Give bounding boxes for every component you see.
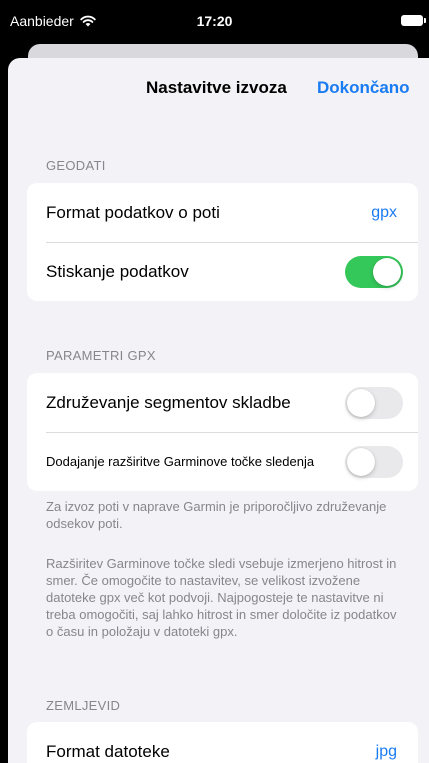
export-settings-sheet: Nastavitve izvoza Dokončano GEODATI Form…	[8, 58, 429, 763]
garmin-extension-toggle[interactable]	[345, 446, 403, 478]
garmin-extension-label: Dodajanje razširitve Garminove točke sle…	[46, 454, 315, 469]
navigation-bar: Nastavitve izvoza Dokončano	[8, 58, 429, 120]
status-bar: Aanbieder 17:20	[0, 0, 429, 44]
compression-toggle[interactable]	[345, 256, 403, 288]
clock: 17:20	[196, 13, 233, 29]
merge-segments-label: Združevanje segmentov skladbe	[46, 392, 291, 412]
section-header-geodata: GEODATI	[46, 158, 106, 173]
section-header-map: ZEMLJEVID	[46, 698, 121, 713]
section-header-gpx-params: PARAMETRI GPX	[46, 348, 156, 363]
track-format-value[interactable]: gpx	[371, 204, 397, 222]
battery-icon	[401, 15, 426, 26]
gpx-footer-note-1: Za izvoz poti v naprave Garmin je pripor…	[46, 499, 387, 531]
gpx-footer-note-2: Razširitev Garminove točke sledi vsebuje…	[46, 556, 397, 639]
file-format-label: Format datoteke	[46, 741, 170, 761]
toggle-knob	[373, 258, 401, 286]
track-format-label: Format podatkov o poti	[46, 202, 220, 222]
page-title: Nastavitve izvoza	[146, 78, 287, 97]
geodata-group: Format podatkov o poti gpx Stiskanje pod…	[27, 183, 418, 301]
compression-row: Stiskanje podatkov	[27, 242, 418, 301]
compression-label: Stiskanje podatkov	[46, 261, 189, 281]
track-format-row[interactable]: Format podatkov o poti gpx	[27, 183, 418, 242]
merge-segments-row: Združevanje segmentov skladbe	[27, 373, 418, 432]
merge-segments-toggle[interactable]	[345, 387, 403, 419]
toggle-knob	[347, 448, 375, 476]
garmin-extension-row: Dodajanje razširitve Garminove točke sle…	[27, 432, 418, 491]
file-format-row[interactable]: Format datoteke jpg	[27, 722, 418, 763]
file-format-value[interactable]: jpg	[376, 743, 397, 761]
done-button[interactable]: Dokončano	[317, 78, 410, 98]
toggle-knob	[347, 389, 375, 417]
map-group: Format datoteke jpg	[27, 722, 418, 763]
gpx-params-group: Združevanje segmentov skladbe Dodajanje …	[27, 373, 418, 491]
